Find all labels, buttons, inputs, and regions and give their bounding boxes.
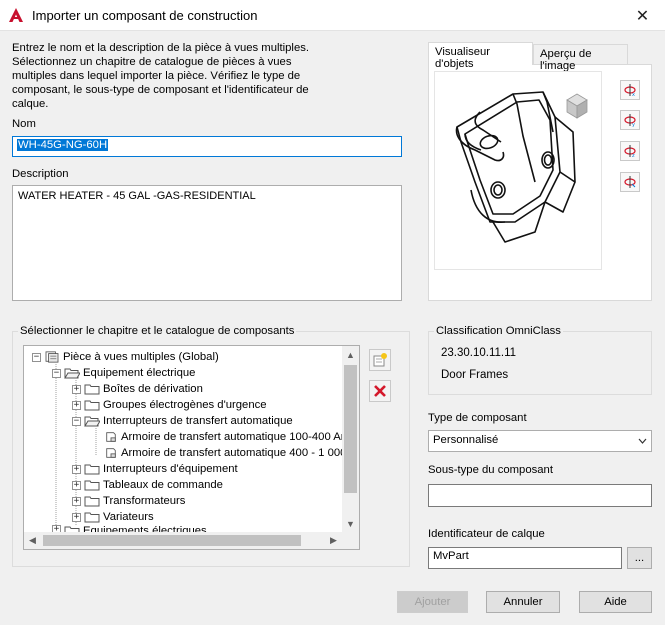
expand-icon[interactable]: + [72,464,81,474]
scroll-up-icon[interactable]: ▲ [342,346,359,363]
tree-item-label: Armoire de transfert automatique 400 - 1… [121,447,347,459]
folder-icon [84,400,100,411]
omniclass-code: 23.30.10.11.11 [441,347,517,359]
omniclass-title: Classification OmniClass [434,325,563,337]
component-subtype-label: Sous-type du composant [428,464,553,476]
view-cube-icon [566,93,588,119]
add-button[interactable]: Ajouter [397,591,468,613]
scroll-right-icon[interactable]: ▶ [325,532,342,549]
description-label: Description [12,168,69,180]
tab-object-viewer[interactable]: Visualiseur d'objets [428,42,533,70]
collapse-icon[interactable]: − [72,416,81,426]
tree-item-generators[interactable]: + Groupes électrogènes d'urgence [72,397,267,413]
tree-item-label: Pièce à vues multiples (Global) [63,351,219,363]
component-type-label: Type de composant [428,412,527,424]
orbit-reset-icon[interactable] [620,172,640,192]
tab-image-preview[interactable]: Aperçu de l'image [533,44,628,72]
tree-item-label: Interrupteurs d'équipement [103,463,238,475]
collapse-icon[interactable]: − [32,352,41,362]
tree-item-equipment-switches[interactable]: + Interrupteurs d'équipement [72,461,238,477]
tree-item-transfer-switches[interactable]: − Interrupteurs de transfert automatique [72,413,293,429]
cancel-button[interactable]: Annuler [486,591,560,613]
name-label: Nom [12,118,36,130]
expand-icon[interactable]: + [72,400,81,410]
svg-text:x: x [632,92,635,97]
description-value: WATER HEATER - 45 GAL -GAS-RESIDENTIAL [18,190,256,202]
name-value: WH-45G-NG-60H [17,139,109,151]
expand-icon[interactable]: + [72,496,81,506]
tree-item-label: Transformateurs [103,495,186,507]
tree-item-control-panels[interactable]: + Tableaux de commande [72,477,223,493]
folder-icon [84,512,100,523]
delete-button[interactable] [369,380,391,402]
folder-icon [84,480,100,491]
catalog-tree[interactable]: − Pièce à vues multiples (Global) − Equi… [23,345,360,550]
tree-item-electrical-equipment[interactable]: − Equipement électrique [52,365,195,381]
new-chapter-icon [373,353,387,367]
expand-icon[interactable]: + [72,384,81,394]
tree-item-label: Armoire de transfert automatique 100-400… [121,431,351,443]
component-subtype-field[interactable] [428,484,652,507]
object-viewer[interactable] [434,71,602,270]
orbit-z-icon[interactable]: z [620,141,640,161]
tree-item-label: Tableaux de commande [103,479,223,491]
autocad-logo-icon [8,7,24,23]
name-field[interactable]: WH-45G-NG-60H [12,136,402,157]
omniclass-name: Door Frames [441,369,509,381]
layer-id-label: Identificateur de calque [428,528,545,540]
tree-item-label: Groupes électrogènes d'urgence [103,399,267,411]
tree-item-label: Variateurs [103,511,154,523]
folder-icon [84,496,100,507]
folder-open-icon [64,368,80,379]
delete-x-icon [374,385,386,397]
tree-item-label: Equipement électrique [83,367,196,379]
expand-icon[interactable]: + [72,512,81,522]
layer-id-value: MvPart [433,550,469,562]
scroll-thumb[interactable] [43,535,301,546]
folder-open-icon [84,416,100,427]
orbit-y-icon[interactable]: y [620,110,640,130]
tree-item-transfer-400-1000[interactable]: Armoire de transfert automatique 400 - 1… [104,445,346,461]
part-icon [106,448,116,458]
tree-item-transformers[interactable]: + Transformateurs [72,493,185,509]
new-chapter-button[interactable] [369,349,391,371]
tree-item-transfer-100-400[interactable]: Armoire de transfert automatique 100-400… [104,429,350,445]
part-icon [106,432,116,442]
browse-layer-button[interactable]: ... [627,547,652,569]
catalog-group-title: Sélectionner le chapitre et le catalogue… [18,325,297,337]
tree-vertical-scrollbar[interactable]: ▲ ▼ [342,346,359,532]
catalog-icon [45,351,59,363]
tree-item-label: Boîtes de dérivation [103,383,203,395]
chevron-down-icon [638,438,647,444]
tree-item-junction-boxes[interactable]: + Boîtes de dérivation [72,381,203,397]
help-button[interactable]: Aide [579,591,652,613]
scroll-thumb[interactable] [344,365,357,493]
svg-text:y: y [632,122,635,127]
orbit-x-icon[interactable]: x [620,80,640,100]
collapse-icon[interactable]: − [52,368,61,378]
layer-id-field[interactable]: MvPart [428,547,622,569]
component-type-select[interactable]: Personnalisé [428,430,652,452]
folder-icon [84,464,100,475]
svg-text:z: z [632,153,635,158]
component-type-value: Personnalisé [433,434,499,446]
expand-icon[interactable]: + [72,480,81,490]
tree-item-root[interactable]: − Pièce à vues multiples (Global) [32,349,219,365]
intro-text: Entrez le nom et la description de la pi… [12,42,310,110]
scroll-corner [342,532,359,549]
tree-horizontal-scrollbar[interactable]: ◀ ▶ [24,532,342,549]
tree-item-label: Interrupteurs de transfert automatique [103,415,293,427]
close-button[interactable]: ✕ [620,0,665,31]
tree-item-drives[interactable]: + Variateurs [72,509,154,525]
scroll-down-icon[interactable]: ▼ [342,515,359,532]
part-preview-image [455,91,588,243]
omniclass-groupbox [428,331,652,395]
scroll-left-icon[interactable]: ◀ [24,532,41,549]
description-field[interactable]: WATER HEATER - 45 GAL -GAS-RESIDENTIAL [12,185,402,301]
window-title: Importer un composant de construction [32,8,258,23]
folder-icon [84,384,100,395]
